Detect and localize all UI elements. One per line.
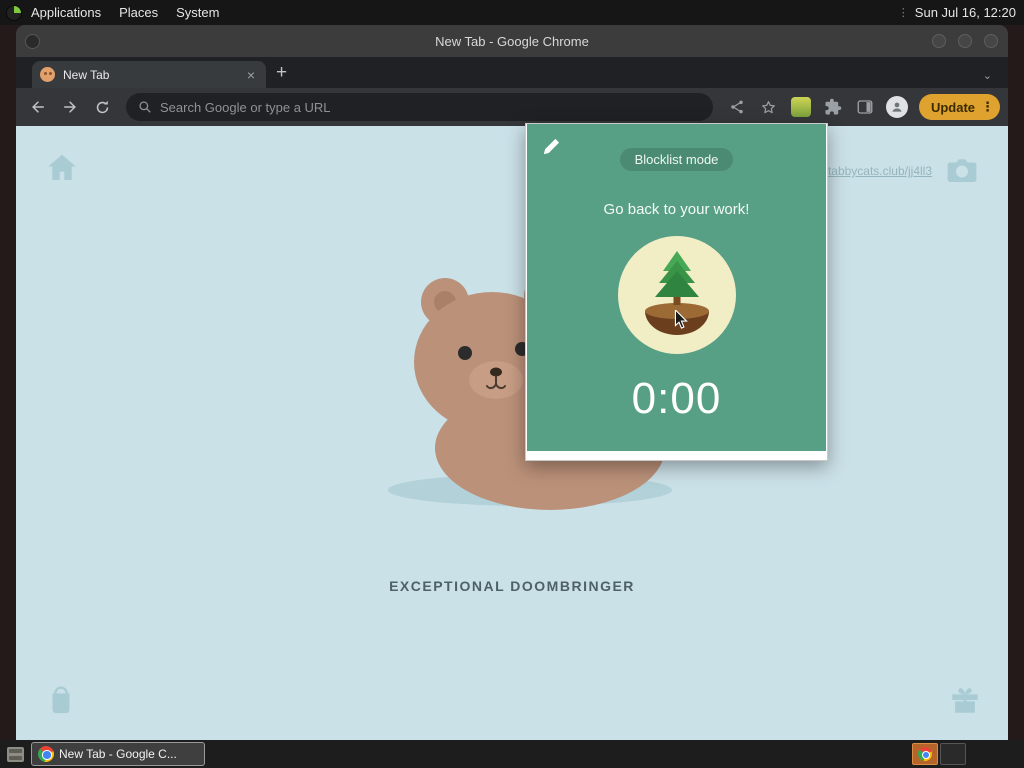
search-icon — [139, 101, 151, 113]
chrome-icon — [918, 747, 932, 761]
bookmark-star-button[interactable] — [755, 93, 783, 121]
cat-name: EXCEPTIONAL DOOMBRINGER — [389, 578, 635, 594]
address-input[interactable] — [160, 99, 701, 115]
window-icon — [25, 33, 40, 49]
edit-pencil-icon[interactable] — [540, 136, 562, 158]
blocklist-mode-pill[interactable]: Blocklist mode — [619, 148, 734, 171]
chrome-icon — [38, 746, 54, 762]
forest-popup-body: Blocklist mode Go back to your work! 0:0… — [527, 124, 826, 451]
kebab-menu-icon[interactable]: ⋮ — [981, 99, 994, 115]
workspace-cell-active[interactable] — [912, 743, 938, 765]
close-button[interactable] — [984, 34, 998, 48]
window-title: New Tab - Google Chrome — [435, 33, 589, 49]
browser-toolbar: Update ⋮ — [16, 88, 1008, 126]
tab-title: New Tab — [63, 67, 110, 82]
workspace-switcher — [912, 743, 966, 765]
show-desktop-button[interactable] — [3, 742, 27, 766]
reload-button[interactable] — [88, 93, 116, 121]
maximize-button[interactable] — [958, 34, 972, 48]
window-titlebar[interactable]: New Tab - Google Chrome — [16, 25, 1008, 57]
back-button[interactable] — [24, 93, 52, 121]
omnibox[interactable] — [126, 93, 713, 121]
timer-display: 0:00 — [631, 374, 722, 423]
menu-system[interactable]: System — [167, 0, 228, 25]
tab-close-icon[interactable]: × — [244, 67, 258, 83]
menu-applications[interactable]: Applications — [22, 0, 110, 25]
new-tab-button[interactable]: + — [276, 62, 287, 84]
gift-icon[interactable] — [948, 683, 982, 717]
panel-indicator-icon: ⋮ — [897, 7, 909, 19]
workspace-cell[interactable] — [940, 743, 966, 765]
extensions-puzzle-button[interactable] — [819, 93, 847, 121]
shopping-bag-icon[interactable] — [44, 682, 78, 716]
new-tab-page: tabbycats.club/jj4ll3 EXCEPTIONAL DOOMBR… — [16, 126, 1008, 740]
tabby-cat-favicon — [40, 67, 55, 82]
share-button[interactable] — [723, 93, 751, 121]
distro-menu-icon[interactable] — [6, 4, 22, 21]
tab-new-tab[interactable]: New Tab × — [32, 61, 266, 88]
update-button[interactable]: Update ⋮ — [918, 94, 1000, 120]
minimize-button[interactable] — [932, 34, 946, 48]
tab-search-chevron-icon[interactable]: ⌄ — [983, 69, 992, 82]
photo-link[interactable]: tabbycats.club/jj4ll3 — [828, 164, 932, 178]
camera-icon[interactable] — [944, 152, 980, 188]
panel-clock[interactable]: Sun Jul 16, 12:20 — [915, 5, 1016, 20]
home-icon[interactable] — [44, 150, 80, 186]
menu-places[interactable]: Places — [110, 0, 167, 25]
tab-strip: New Tab × + ⌄ — [16, 57, 1008, 88]
avatar — [885, 96, 908, 118]
forest-extension-icon[interactable] — [787, 93, 815, 121]
popup-message: Go back to your work! — [603, 201, 750, 218]
forward-button[interactable] — [56, 93, 84, 121]
update-label: Update — [930, 99, 975, 115]
drawer-icon — [6, 746, 24, 762]
taskbar: New Tab - Google C... — [0, 740, 1024, 768]
taskbar-task-button[interactable]: New Tab - Google C... — [31, 742, 205, 766]
side-panel-button[interactable] — [851, 93, 879, 121]
taskbar-task-label: New Tab - Google C... — [59, 747, 177, 761]
plant-circle-button[interactable] — [617, 236, 736, 354]
chrome-window: New Tab - Google Chrome New Tab × + ⌄ Se… — [16, 25, 1008, 740]
desktop-top-panel: Applications Places System ⋮ Sun Jul 16,… — [0, 0, 1024, 25]
profile-avatar-button[interactable] — [883, 93, 911, 121]
forest-popup: Blocklist mode Go back to your work! 0:0… — [525, 123, 828, 461]
cursor-pointer — [673, 310, 689, 330]
